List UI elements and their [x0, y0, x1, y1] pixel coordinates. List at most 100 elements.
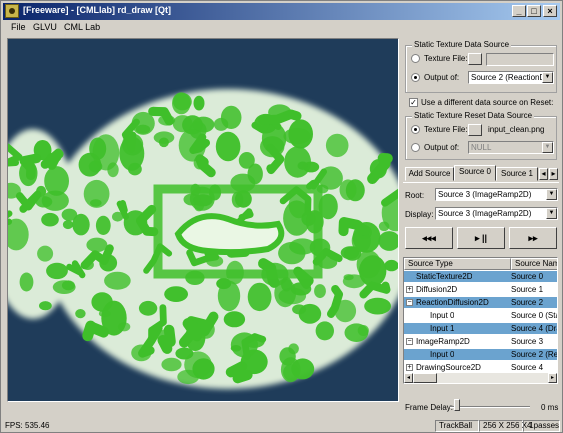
reaction-diffusion-render[interactable] — [8, 39, 399, 402]
tree-source-type: StaticTexture2D — [416, 272, 473, 281]
texture-file-radio[interactable] — [411, 54, 420, 63]
pattern-blob — [172, 92, 191, 115]
reset-output-of-radio[interactable] — [411, 143, 420, 152]
pattern-blob — [88, 160, 103, 173]
pattern-blob — [384, 259, 398, 272]
output-of-radio[interactable] — [411, 73, 420, 82]
output-of-label: Output of: — [424, 73, 460, 82]
col-source-name[interactable]: Source Name — [511, 258, 557, 270]
menu-glvu[interactable]: GLVU — [33, 22, 57, 32]
tab-source-0[interactable]: Source 0 — [454, 165, 496, 181]
pattern-blob — [46, 262, 68, 280]
reset-output-of-value: NULL — [471, 143, 492, 152]
window-title: [Freeware] - [CMLlab] rd_draw [Qt] — [23, 5, 172, 15]
title-bar[interactable]: [Freeware] - [CMLlab] rd_draw [Qt] _ □ × — [3, 3, 560, 20]
menu-file[interactable]: File — [11, 22, 26, 32]
display-value: Source 3 (ImageRamp2D) — [438, 209, 532, 218]
pattern-stroke — [225, 361, 253, 384]
pattern-blob — [364, 297, 391, 315]
status-bar: FPS: 535.46 TrackBall 256 X 256 X 1 4 pa… — [3, 420, 560, 432]
tree-row[interactable]: + DrawingSource2D Source 4 — [404, 362, 557, 373]
pattern-blob — [98, 310, 111, 318]
source-tree[interactable]: Source Type Source Name StaticTexture2DS… — [403, 257, 558, 384]
display-select[interactable]: Source 3 (ImageRamp2D) ▼ — [435, 207, 558, 220]
tree-source-type: ImageRamp2D — [416, 337, 470, 346]
close-button[interactable]: × — [543, 5, 557, 17]
pattern-blob — [83, 179, 110, 208]
dims-status: 256 X 256 X 1 — [479, 420, 534, 432]
minimize-button[interactable]: _ — [512, 5, 526, 17]
pattern-blob — [217, 280, 241, 312]
pattern-blob — [75, 309, 86, 319]
chevron-down-icon[interactable]: ▼ — [542, 72, 553, 83]
tree-source-name: Source 4 — [511, 363, 544, 372]
pattern-stroke — [178, 318, 203, 348]
chevron-down-icon[interactable]: ▼ — [546, 189, 557, 200]
menu-bar: File GLVU CML Lab — [3, 21, 560, 35]
tab-prev-button[interactable]: ◂ — [539, 168, 548, 180]
root-label: Root: — [405, 191, 425, 200]
browse-texture-button[interactable] — [468, 53, 482, 65]
pattern-blob — [213, 117, 229, 131]
pattern-blob — [95, 215, 111, 235]
chevron-down-icon[interactable]: ▼ — [542, 142, 553, 153]
output-of-select[interactable]: Source 2 (ReactionDiffu ▼ — [468, 71, 554, 84]
pattern-blob — [247, 163, 263, 185]
pattern-blob — [357, 325, 369, 336]
expand-icon[interactable]: + — [406, 364, 413, 371]
tree-source-name: Source 2 — [511, 298, 544, 307]
gl-viewport[interactable] — [7, 38, 399, 402]
reset-output-of-select[interactable]: NULL ▼ — [468, 141, 554, 154]
collapse-icon[interactable]: − — [406, 338, 413, 345]
collapse-icon[interactable]: − — [406, 299, 413, 306]
tree-row[interactable]: StaticTexture2D Source 0 — [404, 271, 557, 282]
menu-cml-lab[interactable]: CML Lab — [64, 22, 100, 32]
tab-add-source[interactable]: Add Source — [405, 167, 454, 181]
pattern-blob — [193, 95, 205, 111]
tree-hscrollbar[interactable]: ◂ ▸ — [404, 373, 557, 383]
pattern-blob — [39, 301, 52, 311]
tree-row[interactable]: Input 0 Source 2 (Rea — [404, 349, 557, 360]
rewind-button[interactable]: ◂◂◂ — [405, 227, 453, 249]
play-pause-button[interactable]: ▸ || — [457, 227, 505, 249]
texture-file-field[interactable] — [486, 53, 554, 66]
app-window: [Freeware] - [CMLlab] rd_draw [Qt] _ □ ×… — [0, 0, 563, 433]
col-source-type[interactable]: Source Type — [404, 258, 511, 270]
tree-source-name: Source 3 — [511, 337, 544, 346]
tree-source-type: DrawingSource2D — [416, 363, 481, 372]
passes-status: 4 passes — [523, 420, 560, 432]
reset-source-title: Static Texture Reset Data Source — [412, 111, 535, 120]
static-source-group: Static Texture Data Source Texture File:… — [405, 40, 557, 93]
pattern-blob — [314, 284, 326, 299]
reset-browse-button[interactable] — [468, 124, 482, 136]
pattern-blob — [86, 237, 108, 253]
pattern-blob — [117, 322, 131, 332]
scroll-thumb[interactable] — [413, 373, 437, 383]
scroll-right-button[interactable]: ▸ — [548, 373, 557, 383]
pattern-blob — [230, 345, 242, 352]
expand-icon[interactable]: + — [406, 286, 413, 293]
reset-texture-file-value: input_clean.png — [488, 125, 545, 134]
tree-row[interactable]: + Diffusion2D Source 1 — [404, 284, 557, 295]
tree-row[interactable]: Input 1 Source 4 (Dra — [404, 323, 557, 334]
pattern-blob — [91, 292, 113, 312]
pattern-blob — [72, 213, 90, 236]
chevron-down-icon[interactable]: ▼ — [546, 208, 557, 219]
tab-source-1[interactable]: Source 1 — [496, 167, 538, 181]
scroll-left-button[interactable]: ◂ — [404, 373, 413, 383]
tree-row[interactable]: − ReactionDiffusion2D Source 2 — [404, 297, 557, 308]
frame-delay-slider[interactable] — [454, 399, 460, 411]
pattern-blob — [278, 287, 307, 305]
fast-forward-button[interactable]: ▸▸ — [509, 227, 557, 249]
pattern-stroke — [19, 153, 42, 180]
root-select[interactable]: Source 3 (ImageRamp2D) ▼ — [435, 188, 558, 201]
reset-texture-file-radio[interactable] — [411, 125, 420, 134]
tree-source-name: Source 0 — [511, 272, 544, 281]
tree-row[interactable]: Input 0 Source 0 (Stat — [404, 310, 557, 321]
pattern-blob — [52, 280, 76, 294]
tree-row[interactable]: − ImageRamp2D Source 3 — [404, 336, 557, 347]
tab-next-button[interactable]: ▸ — [549, 168, 558, 180]
reset-source-checkbox[interactable]: ✓ — [409, 98, 418, 107]
frame-delay-track[interactable] — [450, 406, 530, 408]
maximize-button[interactable]: □ — [527, 5, 541, 17]
